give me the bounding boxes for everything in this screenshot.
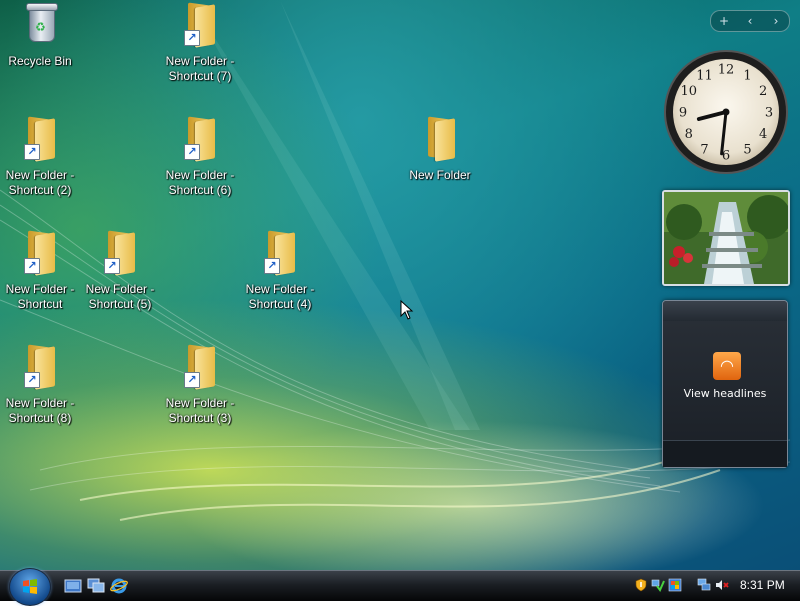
folder-icon: ↗ <box>102 230 138 276</box>
icon-label: New Folder - Shortcut (8) <box>5 396 75 425</box>
desktop-icon-folder-shortcut-3[interactable]: ↗ New Folder - Shortcut (3) <box>160 344 240 426</box>
clock-numeral: 7 <box>700 143 708 158</box>
feed-headlines-gadget[interactable]: ◠ View headlines <box>662 300 788 468</box>
slideshow-gadget[interactable] <box>662 190 790 286</box>
desktop-icon-new-folder[interactable]: New Folder <box>400 116 480 183</box>
clock-numeral: 2 <box>759 84 767 99</box>
icon-label: New Folder - Shortcut <box>5 282 75 311</box>
icon-label: Recycle Bin <box>8 54 72 68</box>
windows-logo-icon <box>23 579 37 594</box>
folder-icon: ↗ <box>182 116 218 162</box>
clock-face: 12 1234567891011 <box>664 50 788 174</box>
desktop-icon-folder-shortcut-2[interactable]: ↗ New Folder - Shortcut (2) <box>0 116 80 198</box>
windows-update-icon[interactable] <box>668 578 682 592</box>
clock-numeral: 9 <box>679 106 687 121</box>
view-headlines-link[interactable]: View headlines <box>663 387 787 400</box>
icon-label: New Folder - Shortcut (4) <box>245 282 315 311</box>
clock-numeral: 11 <box>696 68 713 83</box>
folder-icon <box>422 116 458 162</box>
gadget-footer <box>663 440 787 467</box>
security-shield-icon[interactable] <box>634 578 648 592</box>
desktop-icon-folder-shortcut-5[interactable]: ↗ New Folder - Shortcut (5) <box>80 230 160 312</box>
clock-numeral: 4 <box>759 127 767 142</box>
taskbar: 8:31 PM <box>0 568 800 606</box>
show-desktop-icon[interactable] <box>64 578 82 594</box>
clock-numeral: 5 <box>743 143 751 158</box>
desktop-icon-folder-shortcut[interactable]: ↗ New Folder - Shortcut <box>0 230 80 312</box>
icon-label: New Folder <box>409 168 471 182</box>
icon-label: New Folder - Shortcut (3) <box>165 396 235 425</box>
shortcut-arrow-icon: ↗ <box>24 144 40 160</box>
desktop-icon-folder-shortcut-6[interactable]: ↗ New Folder - Shortcut (6) <box>160 116 240 198</box>
icon-label: New Folder - Shortcut (6) <box>165 168 235 197</box>
waterfall-photo <box>664 192 788 284</box>
folder-icon: ↗ <box>182 344 218 390</box>
desktop[interactable]: ♻ Recycle Bin ↗ New Folder - Shortcut (7… <box>0 0 800 570</box>
shortcut-arrow-icon: ↗ <box>184 144 200 160</box>
sidebar-controls: + ‹ › <box>710 10 790 32</box>
previous-page-button[interactable]: ‹ <box>739 14 761 28</box>
desktop-icon-folder-shortcut-7[interactable]: ↗ New Folder - Shortcut (7) <box>160 2 240 84</box>
clock-numeral: 3 <box>765 106 773 121</box>
icon-label: New Folder - Shortcut (5) <box>85 282 155 311</box>
shortcut-arrow-icon: ↗ <box>184 30 200 46</box>
switch-windows-icon[interactable] <box>87 578 105 594</box>
network-icon[interactable] <box>651 578 665 592</box>
recycle-bin-icon: ♻ <box>22 2 58 46</box>
shortcut-arrow-icon: ↗ <box>24 258 40 274</box>
next-page-button[interactable]: › <box>765 14 787 28</box>
mouse-pointer-icon <box>400 300 414 320</box>
clock-numeral: 1 <box>743 68 751 83</box>
shortcut-arrow-icon: ↗ <box>264 258 280 274</box>
shortcut-arrow-icon: ↗ <box>184 372 200 388</box>
clock-numeral: 12 <box>718 63 735 78</box>
icon-label: New Folder - Shortcut (2) <box>5 168 75 197</box>
folder-icon: ↗ <box>22 344 58 390</box>
desktop-icon-folder-shortcut-4[interactable]: ↗ New Folder - Shortcut (4) <box>240 230 320 312</box>
folder-icon: ↗ <box>182 2 218 48</box>
folder-icon: ↗ <box>22 116 58 162</box>
start-button[interactable] <box>9 568 51 606</box>
desktop-icon-folder-shortcut-8[interactable]: ↗ New Folder - Shortcut (8) <box>0 344 80 426</box>
shortcut-arrow-icon: ↗ <box>104 258 120 274</box>
add-gadget-button[interactable]: + <box>713 14 735 28</box>
folder-icon: ↗ <box>262 230 298 276</box>
recycle-bin-shortcut[interactable]: ♻ Recycle Bin <box>0 2 80 69</box>
taskbar-clock[interactable]: 8:31 PM <box>740 578 785 592</box>
volume-muted-icon[interactable] <box>715 578 729 592</box>
clock-numeral: 8 <box>685 127 693 142</box>
gadget-header <box>663 301 787 321</box>
shortcut-arrow-icon: ↗ <box>24 372 40 388</box>
clock-gadget[interactable]: 12 1 2 3 4 5 6 7 8 9 10 11 <box>662 48 790 176</box>
monitor-network-icon[interactable] <box>697 578 711 592</box>
clock-numeral: 10 <box>681 84 698 99</box>
folder-icon: ↗ <box>22 230 58 276</box>
internet-explorer-icon[interactable] <box>110 578 128 594</box>
rss-feed-icon: ◠ <box>713 352 741 380</box>
icon-label: New Folder - Shortcut (7) <box>165 54 235 83</box>
